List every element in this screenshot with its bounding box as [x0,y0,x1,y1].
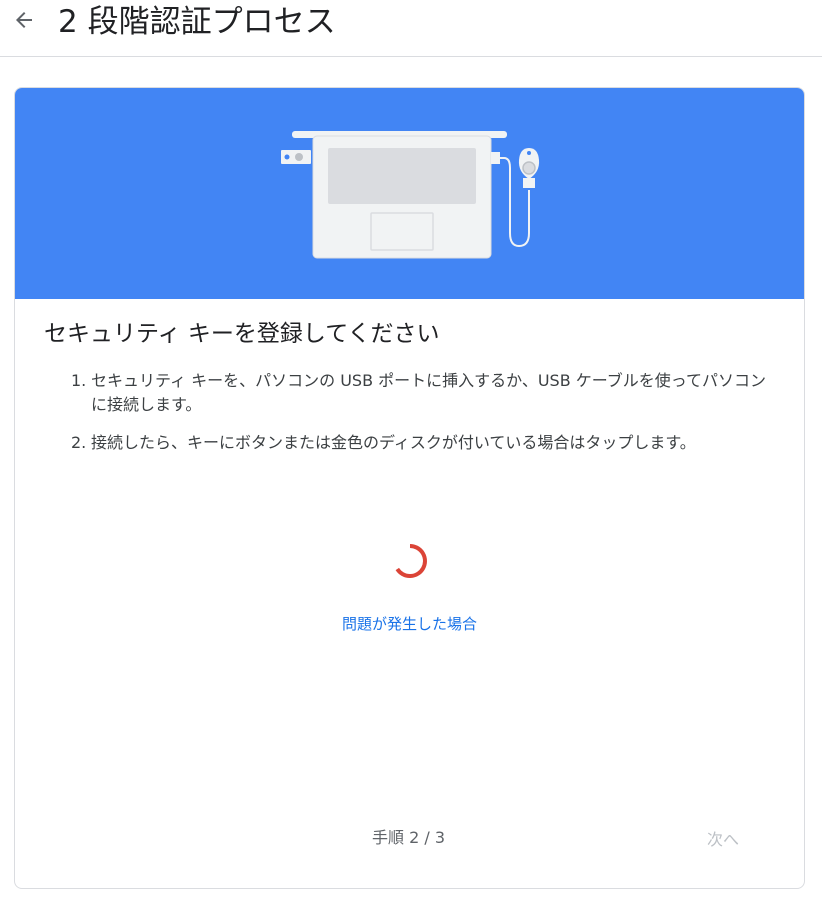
step-number: 2. [71,433,87,452]
card-title: セキュリティ キーを登録してください [44,321,440,347]
laptop-screen [328,148,476,204]
arrow-left-icon [12,8,36,36]
next-button[interactable]: 次へ [693,821,753,855]
step-text: 接続したら、キーにボタンまたは金色のディスクが付いている場合はタップします。 [91,433,696,452]
instruction-step-2: 2. 接続したら、キーにボタンまたは金色のディスクが付いている場合はタップします… [71,431,781,455]
cable-key-icon [491,148,540,248]
instruction-step-1: 1. セキュリティ キーを、パソコンの USB ポートに挿入するか、USB ケー… [71,369,781,417]
security-key-card: セキュリティ キーを登録してください 1. セキュリティ キーを、パソコンの U… [14,87,805,889]
page-title: 2 段階認証プロセス [58,4,336,40]
hero-banner [15,88,804,299]
step-number: 1. [71,371,87,390]
laptop-trackpad [370,212,434,251]
loading-spinner-icon [392,543,428,579]
step-text: セキュリティ キーを、パソコンの USB ポートに挿入するか、USB ケーブルを… [91,371,766,414]
page-header: 2 段階認証プロセス [0,0,822,57]
step-counter: 手順 2 / 3 [372,828,446,847]
instructions-list: 1. セキュリティ キーを、パソコンの USB ポートに挿入するか、USB ケー… [71,369,781,469]
usb-key-icon [281,150,311,164]
laptop-security-key-illustration [281,131,540,259]
back-button[interactable] [8,6,40,38]
trouble-help-link[interactable]: 問題が発生した場合 [15,613,804,635]
